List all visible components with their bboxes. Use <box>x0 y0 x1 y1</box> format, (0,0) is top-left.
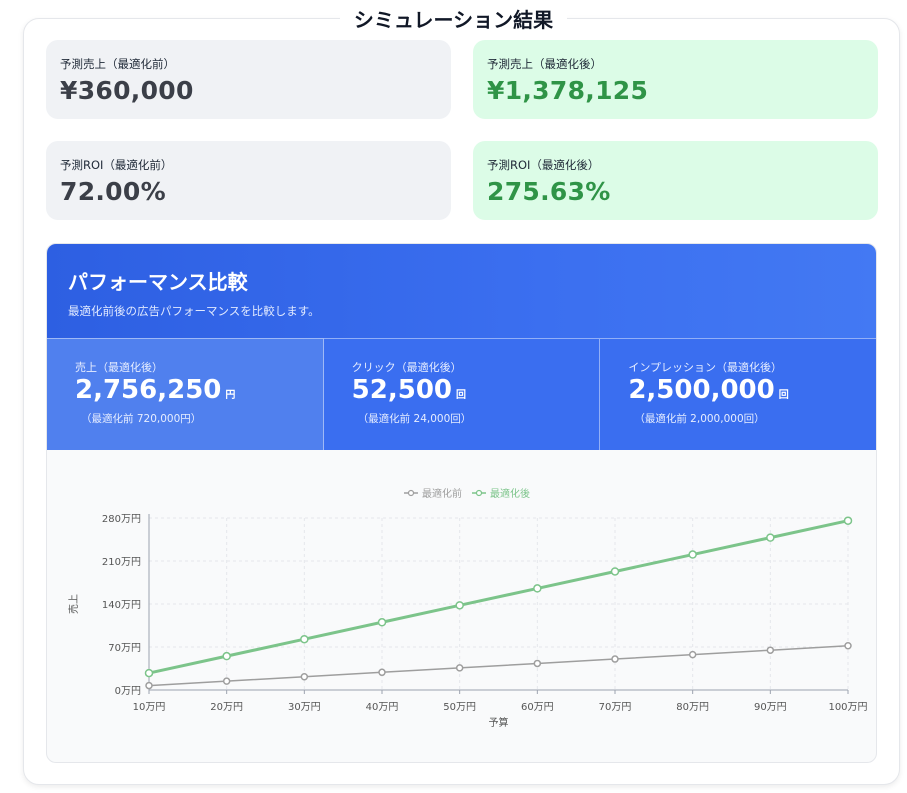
y-tick-label: 280万円 <box>102 514 141 525</box>
stat-clicks-before: （最適化前 24,000回） <box>357 413 472 425</box>
performance-subtitle: 最適化前後の広告パフォーマンスを比較します。 <box>68 304 320 318</box>
stat-sales-value: 2,756,250 <box>75 375 222 405</box>
y-tick-label: 70万円 <box>108 643 141 654</box>
data-point <box>222 677 231 685</box>
data-point <box>766 646 775 654</box>
x-tick-label: 20万円 <box>210 702 243 713</box>
y-tick-label: 210万円 <box>102 557 141 568</box>
performance-stats: 売上（最適化後） 2,756,250 円 （最適化前 720,000円） クリック… <box>47 338 876 450</box>
roi-before-card: 予測ROI（最適化前） 72.00% <box>46 141 451 220</box>
x-tick-label: 10万円 <box>133 702 166 713</box>
data-point <box>843 516 853 525</box>
x-tick-label: 60万円 <box>521 702 554 713</box>
sales-after-label: 予測売上（最適化後） <box>487 57 602 71</box>
stat-clicks[interactable]: クリック（最適化後） 52,500 回 （最適化前 24,000回） <box>323 338 601 450</box>
performance-comparison-section: パフォーマンス比較 最適化前後の広告パフォーマンスを比較します。 売上（最適化後… <box>46 243 877 763</box>
data-point <box>688 650 697 659</box>
roi-before-label: 予測ROI（最適化前） <box>60 158 173 172</box>
y-tick-label: 0万円 <box>115 686 141 697</box>
x-tick-label: 100万円 <box>828 702 867 713</box>
data-point <box>688 550 697 559</box>
data-point <box>300 672 309 681</box>
sales-before-label: 予測売上（最適化前） <box>60 57 175 71</box>
stat-clicks-label: クリック（最適化後） <box>351 361 462 374</box>
x-tick-label: 40万円 <box>366 702 399 713</box>
data-point <box>300 634 309 644</box>
stat-impressions-label: インプレッション（最適化後） <box>628 361 783 374</box>
legend-swatch-marker <box>475 489 483 497</box>
data-point <box>455 601 464 610</box>
stat-sales-label: 売上（最適化後） <box>75 361 163 374</box>
performance-title: パフォーマンス比較 <box>68 270 248 294</box>
stat-sales[interactable]: 売上（最適化後） 2,756,250 円 （最適化前 720,000円） <box>47 338 324 450</box>
roi-after-card: 予測ROI（最適化後） 275.63% <box>473 141 878 220</box>
results-title: シミュレーション結果 <box>0 4 907 33</box>
stat-impressions-value: 2,500,000 <box>628 375 775 405</box>
roi-before-value: 72.00% <box>60 177 166 206</box>
x-tick-label: 70万円 <box>599 702 632 713</box>
x-axis-label: 予算 <box>489 716 509 729</box>
stat-clicks-unit: 回 <box>456 390 467 401</box>
stat-sales-before: （最適化前 720,000円） <box>81 413 202 425</box>
y-axis-label: 売上 <box>67 594 80 614</box>
performance-header: パフォーマンス比較 最適化前後の広告パフォーマンスを比較します。 <box>47 244 876 338</box>
stat-clicks-value: 52,500 <box>351 375 453 405</box>
data-point <box>610 567 620 576</box>
stat-sales-unit: 円 <box>225 390 236 401</box>
data-point <box>766 533 775 542</box>
y-tick-label: 140万円 <box>102 600 141 611</box>
data-point <box>377 618 387 627</box>
data-point <box>533 584 542 593</box>
stat-impressions-unit: 回 <box>778 390 789 401</box>
data-point <box>611 655 619 663</box>
x-tick-label: 30万円 <box>288 702 321 713</box>
legend-swatch-marker <box>407 489 415 497</box>
data-point <box>455 664 464 672</box>
roi-after-value: 275.63% <box>487 177 611 206</box>
x-tick-label: 50万円 <box>443 702 476 713</box>
data-point <box>844 642 852 650</box>
sales-before-card: 予測売上（最適化前） ¥360,000 <box>46 40 451 119</box>
x-tick-label: 90万円 <box>754 702 787 713</box>
sales-after-value: ¥1,378,125 <box>487 76 649 105</box>
data-point <box>144 668 154 678</box>
sales-line-chart: 0万円 70万円 140万円 210万円 280万円 10万円 20万円 30万円 40万円 50… <box>67 487 868 729</box>
legend-label: 最適化前 <box>422 487 462 500</box>
x-tick-label: 80万円 <box>676 702 709 713</box>
roi-after-label: 予測ROI（最適化後） <box>487 158 600 172</box>
data-point <box>533 659 542 668</box>
data-point <box>222 651 231 661</box>
data-point <box>145 681 153 690</box>
stat-impressions[interactable]: インプレッション（最適化後） 2,500,000 回 （最適化前 2,000,00… <box>600 338 876 450</box>
legend-label: 最適化後 <box>490 487 530 500</box>
stat-impressions-before: （最適化前 2,000,000回） <box>634 413 765 425</box>
sales-after-card: 予測売上（最適化後） ¥1,378,125 <box>473 40 878 119</box>
series-line <box>148 519 849 675</box>
data-point <box>378 668 386 677</box>
sales-before-value: ¥360,000 <box>60 76 194 105</box>
